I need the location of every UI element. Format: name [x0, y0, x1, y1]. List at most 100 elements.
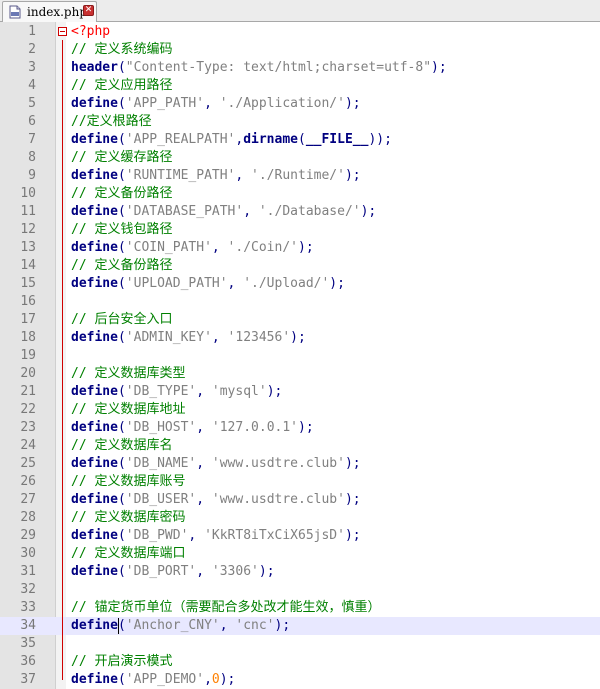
- code-line[interactable]: 7 define('APP_REALPATH',dirname(__FILE__)…: [0, 131, 600, 149]
- code-token: define: [71, 168, 118, 183]
- code-line[interactable]: 30 // 定义数据库端口: [0, 545, 600, 563]
- code-token: );: [344, 96, 361, 111]
- code-line[interactable]: 4 // 定义应用路径: [0, 77, 600, 95]
- code-line[interactable]: 22 // 定义数据库地址: [0, 401, 600, 419]
- line-number: 36: [20, 654, 36, 669]
- code-line[interactable]: 24 // 定义数据库名: [0, 437, 600, 455]
- code-line[interactable]: 34 define('Anchor_CNY', 'cnc');: [0, 617, 600, 635]
- code-line[interactable]: 32: [0, 581, 600, 599]
- code-line[interactable]: 23 define('DB_HOST', '127.0.0.1');: [0, 419, 600, 437]
- code-token: define: [71, 276, 118, 291]
- code-line[interactable]: 2 // 定义系统编码: [0, 41, 600, 59]
- code-token: // 定义应用路径: [71, 78, 173, 93]
- code-token: ,: [243, 204, 259, 219]
- code-token: (: [117, 132, 126, 147]
- line-number: 18: [20, 330, 36, 345]
- code-token: // 定义备份路径: [71, 258, 173, 273]
- line-number: 20: [20, 366, 36, 381]
- code-token: //定义根路径: [71, 114, 152, 129]
- code-token: 0: [211, 672, 220, 687]
- code-line[interactable]: 14 // 定义备份路径: [0, 257, 600, 275]
- code-text: define('DB_USER', 'www.usdtre.club');: [71, 491, 361, 509]
- code-token: define: [71, 240, 118, 255]
- code-line[interactable]: 5 define('APP_PATH', './Application/');: [0, 95, 600, 113]
- code-token: // 定义缓存路径: [71, 150, 173, 165]
- code-text: define('DB_HOST', '127.0.0.1');: [71, 419, 314, 437]
- code-line[interactable]: 36 // 开启演示模式: [0, 653, 600, 671]
- code-line[interactable]: 27 define('DB_USER', 'www.usdtre.club');: [0, 491, 600, 509]
- code-line[interactable]: 13 define('COIN_PATH', './Coin/');: [0, 239, 600, 257]
- code-token: './Database/': [258, 204, 361, 219]
- code-token: );: [298, 420, 314, 435]
- code-token: (: [117, 168, 126, 183]
- code-text: // 定义缓存路径: [71, 149, 172, 167]
- code-line[interactable]: 3 header("Content-Type: text/html;charset…: [0, 59, 600, 77]
- code-token: );: [344, 456, 361, 471]
- code-token: );: [258, 564, 275, 579]
- code-line[interactable]: 6 //定义根路径: [0, 113, 600, 131]
- code-token: ,: [219, 618, 236, 633]
- line-number: 24: [20, 438, 36, 453]
- line-number: 33: [20, 600, 36, 615]
- code-token: (: [117, 420, 126, 435]
- code-line[interactable]: 17 // 后台安全入口: [0, 311, 600, 329]
- code-line[interactable]: 33 // 锚定货币单位（需要配合多处改才能生效，慎重）: [0, 599, 600, 617]
- code-line[interactable]: 37 define('APP_DEMO',0);: [0, 671, 600, 689]
- code-token: (: [117, 384, 126, 399]
- code-text: header("Content-Type: text/html;charset=…: [71, 59, 447, 77]
- code-line[interactable]: 26 // 定义数据库账号: [0, 473, 600, 491]
- code-token: (: [117, 618, 126, 633]
- line-number: 6: [28, 114, 36, 129]
- line-number: 23: [20, 420, 36, 435]
- code-token: './Application/': [219, 96, 345, 111]
- code-token: (: [117, 96, 126, 111]
- code-token: 'ADMIN_KEY': [125, 330, 212, 345]
- code-line[interactable]: 19: [0, 347, 600, 365]
- php-file-icon: [9, 5, 21, 19]
- code-text: // 定义数据库名: [71, 437, 172, 455]
- line-number: 11: [20, 204, 36, 219]
- code-token: );: [344, 168, 361, 183]
- code-token: __FILE__: [305, 132, 369, 147]
- code-line[interactable]: 9 define('RUNTIME_PATH', './Runtime/');: [0, 167, 600, 185]
- code-token: 'UPLOAD_PATH': [125, 276, 228, 291]
- code-line[interactable]: 16: [0, 293, 600, 311]
- code-line[interactable]: 12 // 定义钱包路径: [0, 221, 600, 239]
- code-token: // 定义数据库账号: [71, 474, 186, 489]
- line-number: 27: [20, 492, 36, 507]
- code-token: );: [329, 276, 345, 291]
- code-line[interactable]: 8 // 定义缓存路径: [0, 149, 600, 167]
- code-text: // 定义数据库类型: [71, 365, 185, 383]
- line-number: 15: [20, 276, 36, 291]
- code-line[interactable]: 25 define('DB_NAME', 'www.usdtre.club');: [0, 455, 600, 473]
- fold-toggle-icon[interactable]: [58, 27, 67, 36]
- code-line[interactable]: 18 define('ADMIN_KEY', '123456');: [0, 329, 600, 347]
- code-token: 'APP_REALPATH': [125, 132, 236, 147]
- code-editor[interactable]: 1 <?php 2// 定义系统编码 3 header("Content-Type: t…: [0, 22, 600, 689]
- code-line[interactable]: 29 define('DB_PWD', 'KkRT8iTxCiX65jsD');: [0, 527, 600, 545]
- code-token: );: [274, 618, 291, 633]
- code-text: define('DB_PWD', 'KkRT8iTxCiX65jsD');: [71, 527, 361, 545]
- code-text: // 定义钱包路径: [71, 221, 172, 239]
- code-line[interactable]: 15 define('UPLOAD_PATH', './Upload/');: [0, 275, 600, 293]
- code-line[interactable]: 28 // 定义数据库密码: [0, 509, 600, 527]
- code-token: );: [266, 384, 283, 399]
- line-number: 37: [20, 672, 36, 687]
- code-token: '123456': [227, 330, 291, 345]
- code-line[interactable]: 10 // 定义备份路径: [0, 185, 600, 203]
- code-token: "Content-Type: text/html;charset=utf-8": [125, 60, 432, 75]
- close-icon[interactable]: ✕: [83, 5, 94, 16]
- code-token: ,: [188, 528, 205, 543]
- tab-index-php[interactable]: index.php ✕: [2, 1, 97, 22]
- code-line[interactable]: 20 // 定义数据库类型: [0, 365, 600, 383]
- code-line[interactable]: 11 define('DATABASE_PATH', './Database/')…: [0, 203, 600, 221]
- code-line[interactable]: 35: [0, 635, 600, 653]
- code-line[interactable]: 31 define('DB_PORT', '3306');: [0, 563, 600, 581]
- code-token: define: [71, 618, 118, 633]
- code-token: define: [71, 672, 118, 687]
- code-line[interactable]: 21 define('DB_TYPE', 'mysql');: [0, 383, 600, 401]
- code-text: // 定义备份路径: [71, 185, 172, 203]
- code-line[interactable]: 1 <?php: [0, 23, 600, 41]
- code-token: // 开启演示模式: [71, 654, 173, 669]
- code-token: 'DB_USER': [125, 492, 197, 507]
